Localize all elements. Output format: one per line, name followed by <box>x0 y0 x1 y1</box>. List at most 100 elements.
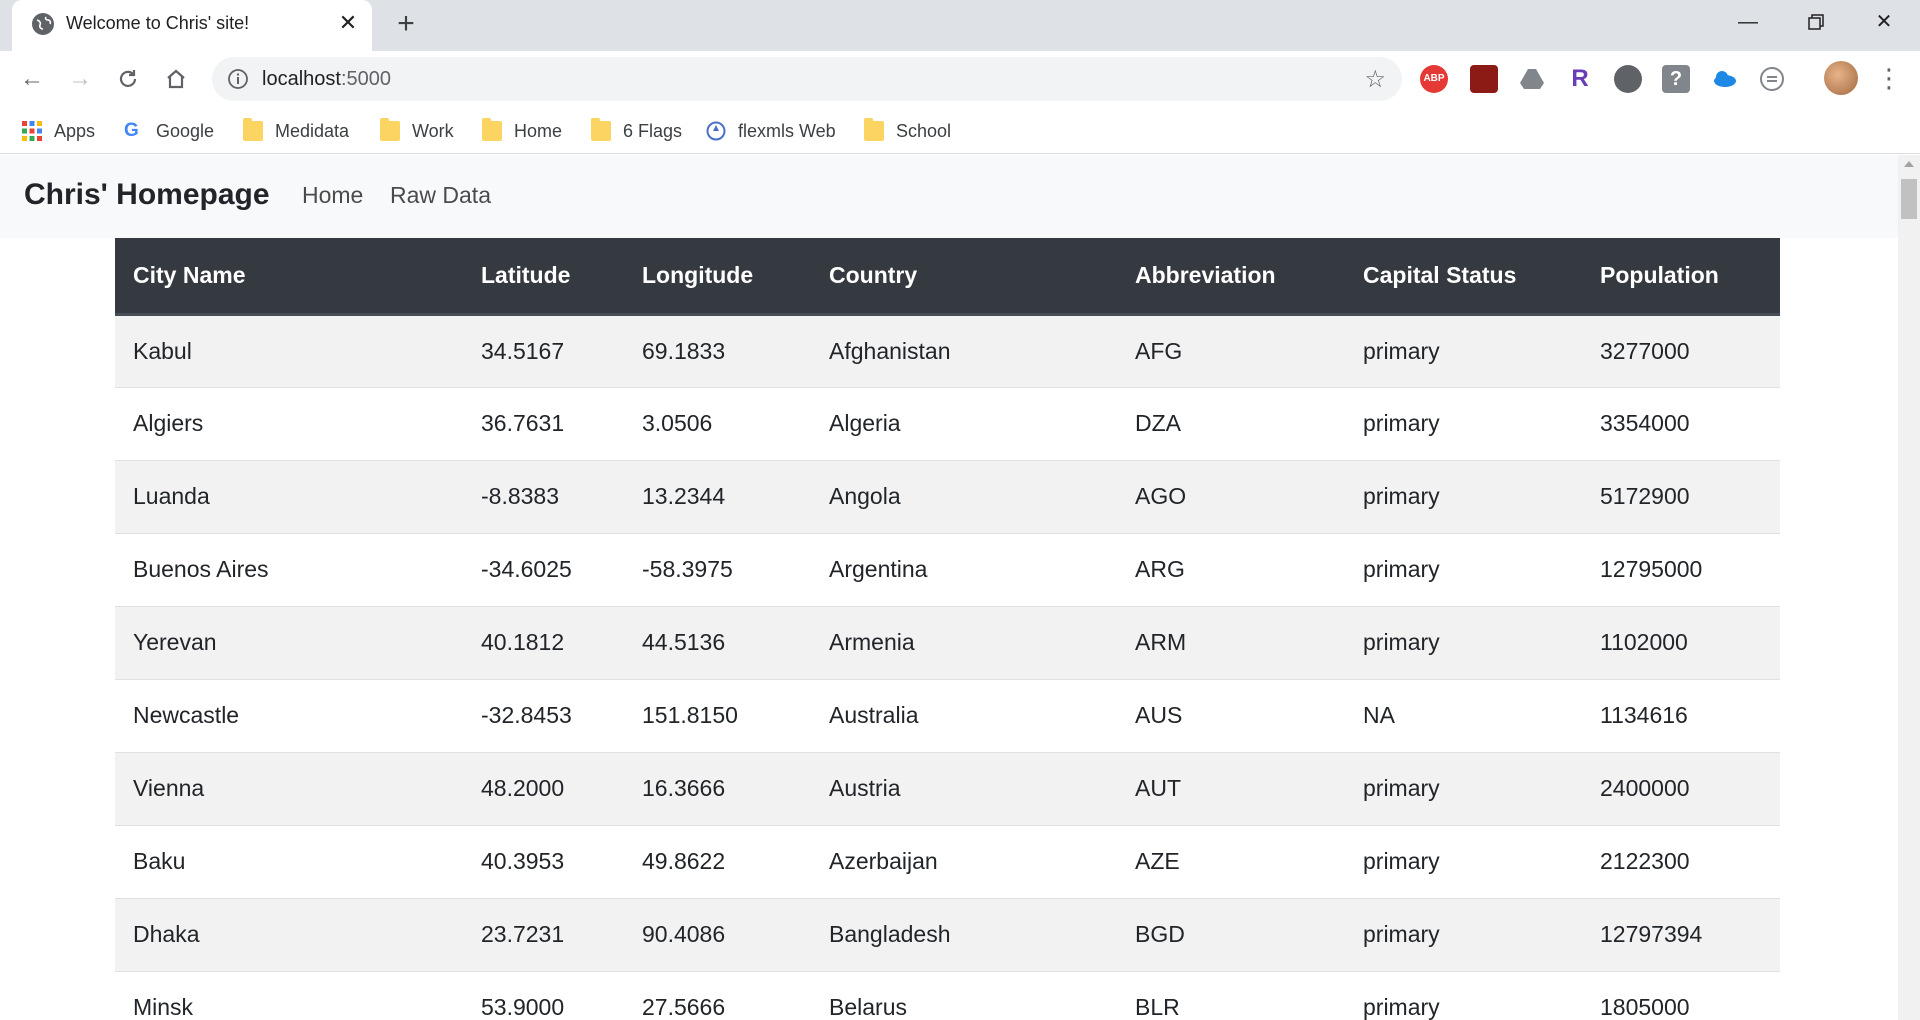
restore-window-icon[interactable] <box>1788 4 1844 40</box>
table-header-row: City Name Latitude Longitude Country Abbrevi… <box>115 238 1780 316</box>
bookmark-school[interactable]: School <box>864 118 951 144</box>
onedrive-icon[interactable] <box>1710 65 1738 93</box>
table-header: City Name Latitude Longitude Country Abbrevi… <box>115 238 1780 316</box>
forward-icon[interactable]: → <box>64 63 96 95</box>
table-cell: AUT <box>1117 751 1345 825</box>
nav-link-raw-data[interactable]: Raw Data <box>390 182 491 209</box>
browser-toolbar: ← → localhost:5000 ☆ ABP R ? ⋮ <box>0 51 1920 106</box>
table-row: Luanda -8.8383 13.2344 Angola AGO primary 5172… <box>115 459 1780 533</box>
table-cell: primary <box>1345 313 1582 387</box>
table-cell: ARG <box>1117 532 1345 606</box>
acrobat-icon[interactable] <box>1470 65 1498 93</box>
adblock-plus-icon[interactable]: ABP <box>1420 65 1448 93</box>
column-header: Capital Status <box>1345 238 1582 316</box>
profile-avatar[interactable] <box>1824 61 1858 95</box>
table-row: Yerevan 40.1812 44.5136 Armenia ARM primary 11… <box>115 605 1780 679</box>
bookmark-flexmls-web[interactable]: flexmls Web <box>706 118 836 144</box>
flexmls-icon <box>706 121 726 141</box>
tab-strip: Welcome to Chris' site! ✕ + — ✕ <box>0 0 1920 51</box>
table-cell: Algiers <box>115 386 463 460</box>
nav-link-home[interactable]: Home <box>302 182 363 209</box>
scrollbar-thumb[interactable] <box>1901 179 1917 219</box>
new-tab-button[interactable]: + <box>390 9 422 41</box>
table-cell: 2400000 <box>1582 751 1780 825</box>
table-cell: Afghanistan <box>811 313 1117 387</box>
table-cell: primary <box>1345 386 1582 460</box>
bookmark-work[interactable]: Work <box>380 118 454 144</box>
folder-icon <box>864 118 884 141</box>
table-cell: primary <box>1345 751 1582 825</box>
table-cell: 49.8622 <box>624 824 811 898</box>
table-cell: Buenos Aires <box>115 532 463 606</box>
column-header: Abbreviation <box>1117 238 1345 316</box>
r-extension-icon[interactable]: R <box>1566 65 1594 93</box>
table-cell: Australia <box>811 678 1117 752</box>
folder-icon <box>482 118 502 141</box>
url-host: localhost <box>262 68 341 90</box>
bookmark-6-flags[interactable]: 6 Flags <box>591 118 682 144</box>
browser-tab[interactable]: Welcome to Chris' site! ✕ <box>12 0 372 51</box>
site-info-icon[interactable] <box>226 67 250 91</box>
folder-icon <box>243 118 263 141</box>
table-cell: 90.4086 <box>624 897 811 971</box>
home-icon[interactable] <box>160 63 192 95</box>
bookmark-medidata[interactable]: Medidata <box>243 118 349 144</box>
table-cell: -34.6025 <box>463 532 624 606</box>
table-cell: Armenia <box>811 605 1117 679</box>
table-cell: Angola <box>811 459 1117 533</box>
address-bar[interactable]: localhost:5000 ☆ <box>212 57 1402 101</box>
table-cell: Newcastle <box>115 678 463 752</box>
reload-icon[interactable] <box>112 63 144 95</box>
table-cell: 3.0506 <box>624 386 811 460</box>
table-cell: 2122300 <box>1582 824 1780 898</box>
bookmark-label: Google <box>156 120 215 141</box>
column-header: Country <box>811 238 1117 316</box>
site-brand[interactable]: Chris' Homepage <box>24 178 270 212</box>
close-tab-icon[interactable]: ✕ <box>335 10 361 36</box>
site-navbar: Chris' Homepage Home Raw Data <box>0 155 1898 238</box>
table-cell: 69.1833 <box>624 313 811 387</box>
circle-extension-icon[interactable] <box>1614 65 1642 93</box>
bookmark-home[interactable]: Home <box>482 118 562 144</box>
table-cell: 23.7231 <box>463 897 624 971</box>
table-cell: ARM <box>1117 605 1345 679</box>
table-cell: 3354000 <box>1582 386 1780 460</box>
page-viewport: Chris' Homepage Home Raw Data City Name L… <box>0 155 1898 1020</box>
column-header: City Name <box>115 238 463 316</box>
bookmark-google[interactable]: G Google <box>124 118 214 144</box>
menu-kebab-icon[interactable]: ⋮ <box>1876 63 1902 95</box>
bookmark-label: Apps <box>54 120 96 141</box>
back-icon[interactable]: ← <box>16 63 48 95</box>
table-cell: 34.5167 <box>463 313 624 387</box>
table-row: Baku 40.3953 49.8622 Azerbaijan AZE primary 21… <box>115 824 1780 898</box>
google-icon: G <box>124 120 139 141</box>
table-cell: primary <box>1345 824 1582 898</box>
table-cell: Belarus <box>811 970 1117 1020</box>
table-cell: -58.3975 <box>624 532 811 606</box>
bookmarks-bar: Apps G Google Medidata Work Home 6 Flags… <box>0 106 1920 154</box>
cast-icon[interactable] <box>1758 65 1786 93</box>
bookmark-star-icon[interactable]: ☆ <box>1364 65 1386 94</box>
scroll-up-arrow-icon[interactable] <box>1904 161 1914 167</box>
table-cell: 1102000 <box>1582 605 1780 679</box>
table-body: Kabul 34.5167 69.1833 Afghanistan AFG primary… <box>115 313 1780 1020</box>
table-cell: 53.9000 <box>463 970 624 1020</box>
table-cell: Luanda <box>115 459 463 533</box>
minimize-window-icon[interactable]: — <box>1720 4 1776 40</box>
page-scrollbar[interactable] <box>1898 155 1920 1020</box>
table-cell: primary <box>1345 897 1582 971</box>
close-window-icon[interactable]: ✕ <box>1856 4 1912 40</box>
table-cell: -32.8453 <box>463 678 624 752</box>
table-cell: AUS <box>1117 678 1345 752</box>
table-cell: DZA <box>1117 386 1345 460</box>
table-cell: AGO <box>1117 459 1345 533</box>
bookmark-apps[interactable]: Apps <box>22 118 95 144</box>
help-extension-icon[interactable]: ? <box>1662 65 1690 93</box>
table-cell: Baku <box>115 824 463 898</box>
table-row: Newcastle -32.8453 151.8150 Australia AUS NA 1… <box>115 678 1780 752</box>
table-cell: -8.8383 <box>463 459 624 533</box>
column-header: Longitude <box>624 238 811 316</box>
table-row: Vienna 48.2000 16.3666 Austria AUT primary 240… <box>115 751 1780 825</box>
table-row: Kabul 34.5167 69.1833 Afghanistan AFG primary… <box>115 313 1780 387</box>
drive-icon[interactable] <box>1518 65 1546 93</box>
